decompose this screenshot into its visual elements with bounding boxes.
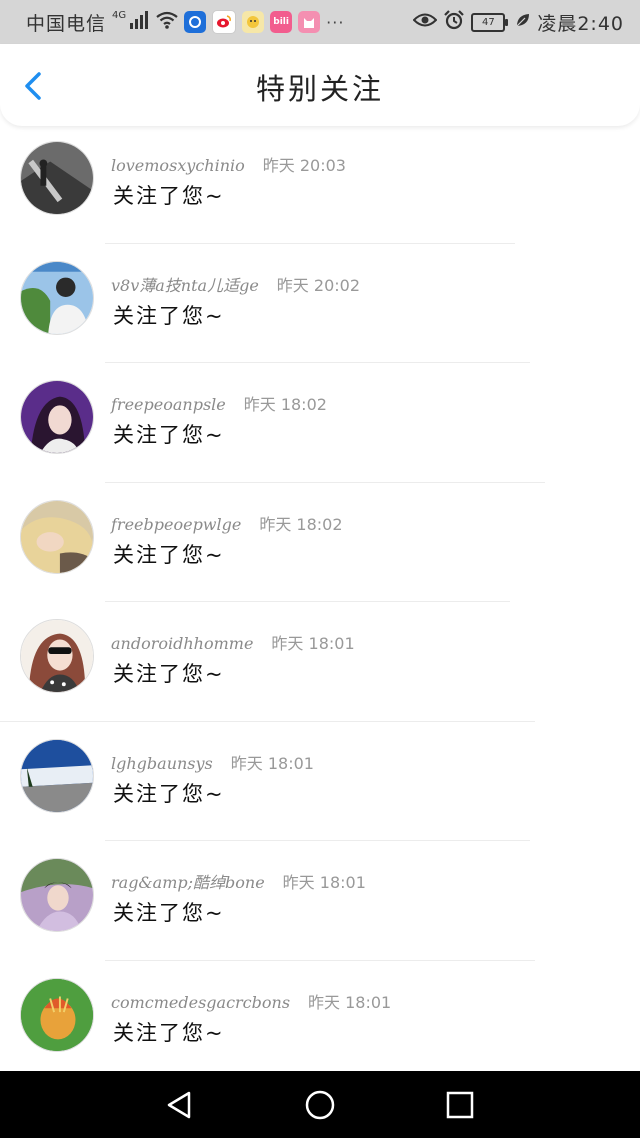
eye-icon [412, 12, 438, 32]
carrier-label: 中国电信 [26, 12, 107, 35]
nav-recents-button[interactable] [440, 1085, 480, 1125]
avatar[interactable] [20, 977, 94, 1052]
avatar[interactable] [20, 738, 94, 813]
message: 关注了您~ [113, 423, 225, 447]
square-recents-icon [446, 1091, 474, 1118]
status-bar-left: 中国电信 4G bili ··· [26, 9, 344, 36]
timestamp: 昨天 20:03 [262, 156, 346, 175]
list-item[interactable]: lovemosxychinio 昨天 20:03 关注了您~ [0, 124, 640, 244]
message: 关注了您~ [113, 184, 225, 208]
username-text: v8v薄a技nta儿适ge [111, 275, 259, 295]
message: 关注了您~ [113, 1020, 225, 1045]
list-item[interactable]: v8v薄a技nta儿适ge 昨天 20:02 关注了您~ [0, 244, 640, 363]
list-item[interactable]: freebpeoepwlge 昨天 18:02 关注了您~ [0, 483, 640, 602]
avatar[interactable] [20, 260, 94, 335]
triangle-back-icon [167, 1091, 191, 1118]
username: comcmedesgacrcbons 昨天 18:01 [111, 989, 391, 1013]
message: 关注了您~ [113, 662, 225, 686]
list-item[interactable]: lghgbaunsys 昨天 18:01 关注了您~ [0, 722, 640, 841]
system-nav-bar [0, 1071, 640, 1138]
wifi-icon [156, 11, 178, 33]
circle-home-icon [305, 1090, 335, 1119]
timestamp: 昨天 18:02 [259, 514, 343, 534]
network-type: 4G [112, 9, 127, 21]
username: freepeoanpsle 昨天 18:02 [111, 391, 327, 415]
notification-list: lovemosxychinio 昨天 20:03 关注了您~ v8v薄a技nta儿… [0, 124, 640, 1080]
leaf-icon [515, 12, 531, 32]
status-bar-right: 47 凌晨2:40 [412, 9, 624, 36]
weibo-icon [212, 10, 237, 34]
username-text: andoroidhhomme [111, 634, 254, 653]
timestamp: 昨天 18:01 [230, 753, 314, 773]
username: freebpeoepwlge 昨天 18:02 [111, 511, 343, 535]
list-item[interactable]: comcmedesgacrcbons 昨天 18:01 关注了您~ [0, 961, 640, 1081]
nav-home-button[interactable] [300, 1085, 340, 1125]
list-item[interactable]: rag&amp;酷绰bone 昨天 18:01 关注了您~ [0, 841, 640, 961]
timestamp: 昨天 18:01 [308, 992, 392, 1012]
username: lovemosxychinio 昨天 20:03 [111, 152, 346, 176]
message: 关注了您~ [113, 542, 225, 567]
battery-icon: 47 [471, 12, 509, 32]
page-title: 特别关注 [255, 72, 384, 106]
clock: 凌晨2:40 [537, 12, 624, 35]
username-text: lovemosxychinio [111, 156, 245, 175]
username-text: freepeoanpsle [111, 395, 226, 414]
mascot-app-icon [242, 11, 265, 33]
username-text: rag&amp;酷绰bone [111, 873, 265, 892]
signal-icon [130, 11, 150, 33]
browser-app-icon [184, 11, 207, 33]
avatar[interactable] [20, 499, 94, 574]
bilibili-icon: bili [270, 11, 293, 33]
avatar[interactable] [20, 380, 94, 454]
title-bar: 特别关注 [0, 44, 640, 126]
username: andoroidhhomme 昨天 18:01 [111, 630, 355, 654]
avatar[interactable] [20, 619, 94, 693]
username-text: lghgbaunsys [111, 753, 213, 773]
more-notifications-icon: ··· [326, 12, 345, 32]
message: 关注了您~ [113, 901, 225, 925]
username: lghgbaunsys 昨天 18:01 [111, 750, 314, 774]
status-bar: 中国电信 4G bili ··· 47 凌晨2:40 [0, 0, 640, 44]
timestamp: 昨天 20:02 [276, 275, 360, 295]
nav-back-button[interactable] [160, 1085, 200, 1125]
list-item[interactable]: freepeoanpsle 昨天 18:02 关注了您~ [0, 363, 640, 483]
list-item[interactable]: andoroidhhomme 昨天 18:01 关注了您~ [0, 602, 640, 722]
timestamp: 昨天 18:02 [243, 395, 327, 414]
timestamp: 昨天 18:01 [282, 873, 366, 892]
username-text: freebpeoepwlge [111, 514, 242, 534]
avatar[interactable] [20, 858, 94, 932]
username: rag&amp;酷绰bone 昨天 18:01 [111, 869, 366, 893]
timestamp: 昨天 18:01 [271, 634, 355, 653]
message: 关注了您~ [113, 781, 225, 806]
alarm-icon [443, 10, 465, 34]
avatar[interactable] [20, 141, 94, 215]
cat-app-icon [298, 11, 321, 33]
username-text: comcmedesgacrcbons [111, 992, 291, 1012]
message: 关注了您~ [113, 303, 225, 328]
username: v8v薄a技nta儿适ge 昨天 20:02 [111, 272, 360, 296]
